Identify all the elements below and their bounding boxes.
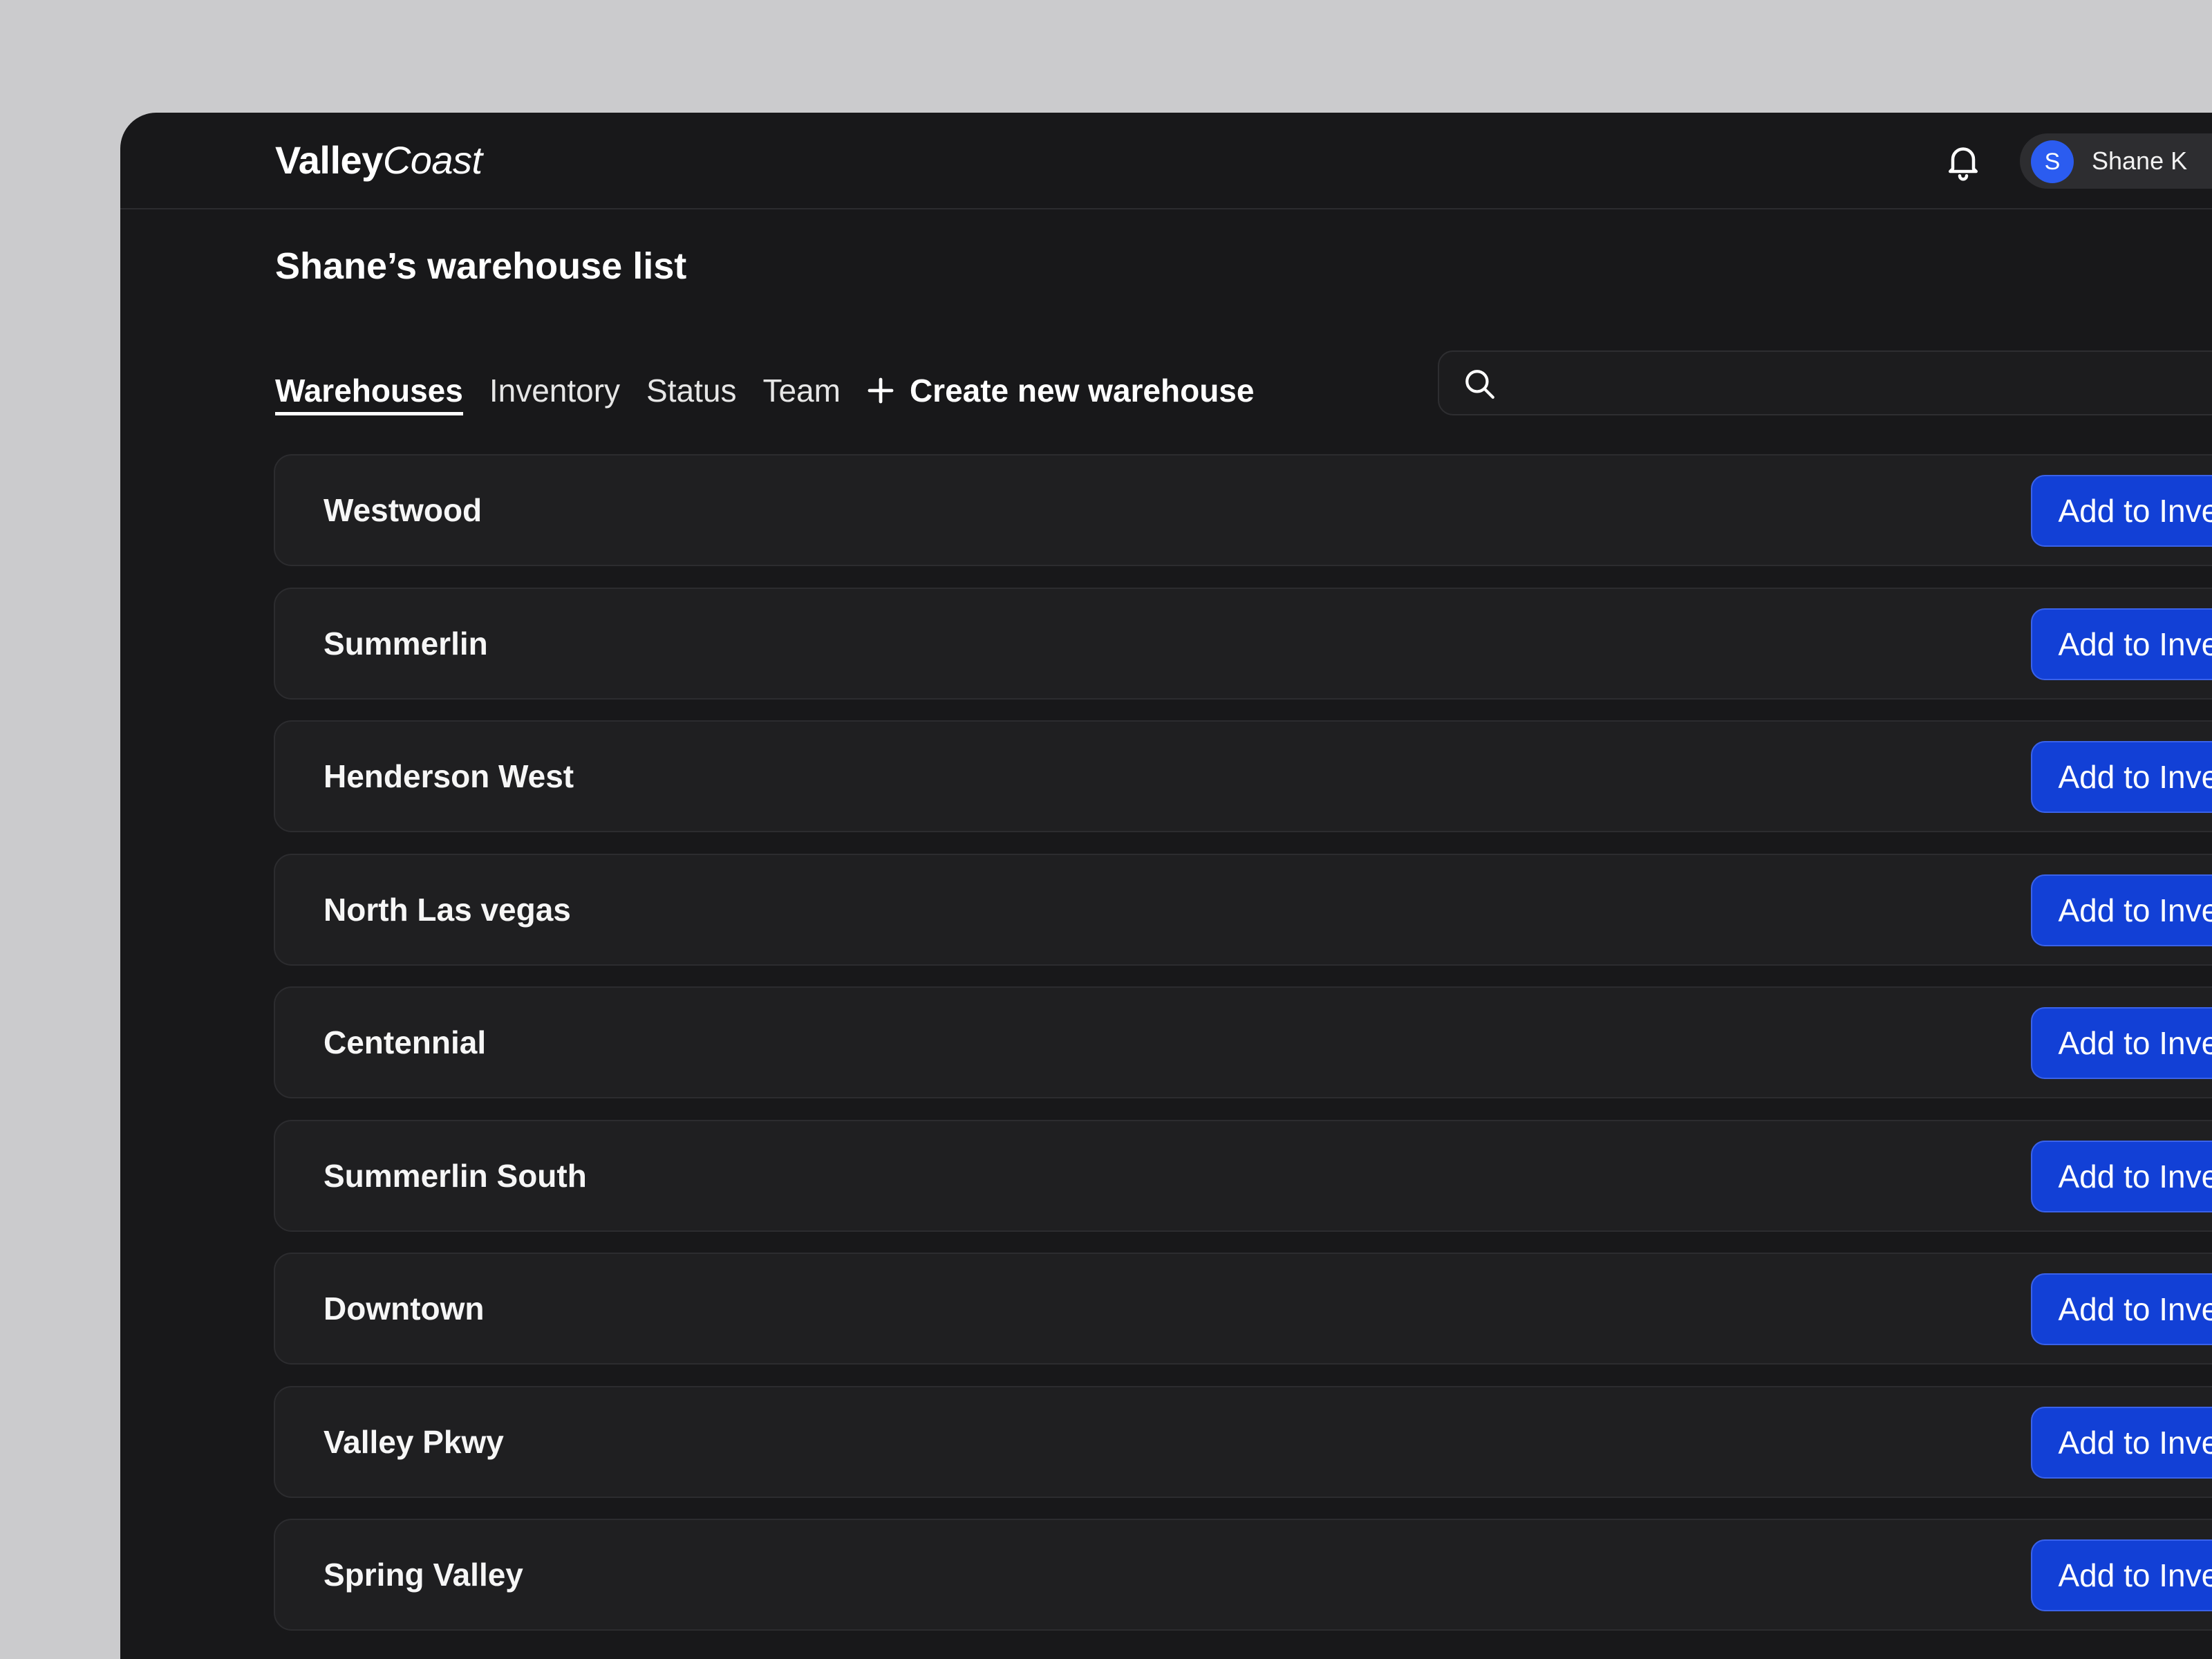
search-icon: [1465, 370, 1494, 399]
add-to-inventory-button[interactable]: Add to Inventory: [2031, 475, 2212, 547]
search-input[interactable]: [1511, 362, 2205, 407]
warehouse-name: Westwood: [324, 492, 482, 528]
user-menu[interactable]: S Shane K: [2020, 133, 2212, 189]
list-item: Spring Valley Add to Inventory: [274, 1519, 2212, 1631]
warehouse-name: Downtown: [324, 1291, 485, 1327]
logo-bold-text: Valley: [275, 138, 383, 182]
add-to-inventory-button[interactable]: Add to Inventory: [2031, 1140, 2212, 1212]
warehouse-name: Henderson West: [324, 758, 574, 794]
list-item: Henderson West Add to Inventory: [274, 720, 2212, 832]
add-to-inventory-button[interactable]: Add to Inventory: [2031, 1273, 2212, 1345]
list-item: Summerlin South Add to Inventory: [274, 1119, 2212, 1232]
app-window: ValleyCoast S Shane K Shane’s warehouse …: [120, 113, 2212, 1659]
top-bar: ValleyCoast S Shane K: [120, 113, 2212, 209]
add-to-inventory-button[interactable]: Add to Inventory: [2031, 608, 2212, 680]
add-to-inventory-button[interactable]: Add to Inventory: [2031, 874, 2212, 946]
create-warehouse-label: Create new warehouse: [909, 373, 1255, 409]
create-warehouse-button[interactable]: Create new warehouse: [867, 370, 1255, 411]
warehouse-name: Summerlin South: [324, 1157, 587, 1194]
warehouse-name: Spring Valley: [324, 1557, 523, 1593]
list-item: North Las vegas Add to Inventory: [274, 853, 2212, 966]
add-to-inventory-button[interactable]: Add to Inventory: [2031, 741, 2212, 813]
list-item: Summerlin Add to Inventory: [274, 587, 2212, 700]
avatar: S: [2031, 140, 2074, 183]
tab-inventory[interactable]: Inventory: [489, 370, 620, 415]
warehouse-name: Valley Pkwy: [324, 1423, 504, 1460]
tab-status[interactable]: Status: [646, 370, 736, 415]
warehouse-name: Centennial: [324, 1024, 487, 1060]
logo-italic-text: Coast: [382, 138, 482, 182]
page-title: Shane’s warehouse list: [275, 245, 687, 287]
warehouse-name: North Las vegas: [324, 891, 571, 928]
user-name: Shane K: [2092, 147, 2188, 175]
tab-warehouses[interactable]: Warehouses: [275, 370, 463, 415]
add-to-inventory-button[interactable]: Add to Inventory: [2031, 1007, 2212, 1079]
logo[interactable]: ValleyCoast: [275, 136, 482, 185]
list-item: Westwood Add to Inventory: [274, 454, 2212, 566]
warehouse-list: Westwood Add to Inventory Summerlin Add …: [274, 454, 2212, 1652]
list-item: Downtown Add to Inventory: [274, 1253, 2212, 1365]
tab-bar: Warehouses Inventory Status Team Create …: [275, 370, 1254, 425]
search-box[interactable]: [1438, 350, 2212, 415]
plus-icon: [868, 377, 894, 404]
list-item: Centennial Add to Inventory: [274, 986, 2212, 1098]
bell-icon[interactable]: [1942, 140, 1984, 182]
add-to-inventory-button[interactable]: Add to Inventory: [2031, 1539, 2212, 1611]
warehouse-name: Summerlin: [324, 625, 488, 662]
list-item: Valley Pkwy Add to Inventory: [274, 1385, 2212, 1498]
tab-team[interactable]: Team: [762, 370, 840, 415]
add-to-inventory-button[interactable]: Add to Inventory: [2031, 1406, 2212, 1479]
